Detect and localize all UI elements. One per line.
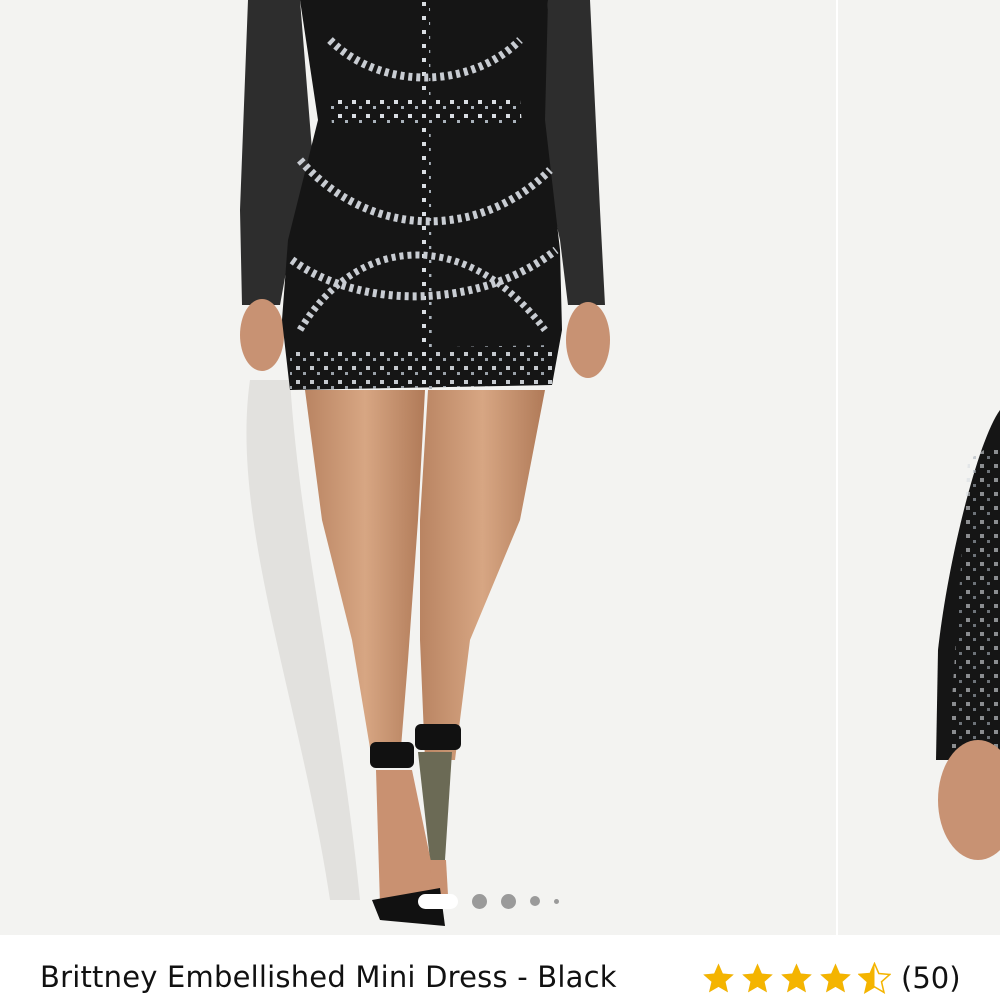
star-full-icon (820, 963, 851, 992)
carousel-dot-active[interactable] (418, 893, 458, 909)
carousel-dot[interactable] (530, 896, 540, 906)
carousel-pagination (418, 893, 559, 909)
star-full-icon (781, 963, 812, 992)
star-full-icon (742, 963, 773, 992)
star-rating (702, 961, 897, 995)
product-rating[interactable]: (50) (702, 958, 961, 998)
star-half-icon (858, 961, 891, 994)
model-dress-illustration (936, 410, 1000, 860)
carousel-dot[interactable] (554, 898, 559, 904)
product-image-next[interactable] (838, 0, 1000, 935)
product-image-carousel[interactable] (0, 0, 1000, 935)
carousel-dot[interactable] (472, 893, 487, 909)
model-dress-illustration (240, 0, 610, 926)
product-title: Brittney Embellished Mini Dress - Black (40, 960, 617, 994)
product-image-main[interactable] (0, 0, 836, 935)
carousel-dot[interactable] (501, 893, 516, 909)
star-full-icon (703, 963, 734, 992)
review-count[interactable]: (50) (901, 961, 961, 995)
